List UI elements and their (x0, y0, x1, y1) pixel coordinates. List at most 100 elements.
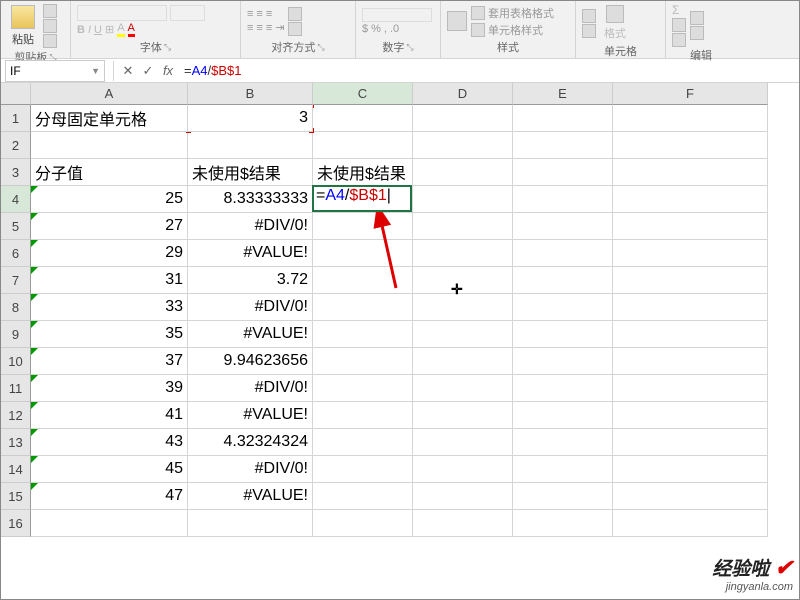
cell-D9[interactable] (413, 321, 513, 348)
cell-A10[interactable]: 37 (31, 348, 188, 375)
col-header-E[interactable]: E (513, 83, 613, 105)
align-left-icon[interactable]: ≡ (247, 22, 253, 34)
cell-B2[interactable] (188, 132, 313, 159)
cell-A11[interactable]: 39 (31, 375, 188, 402)
cell-C9[interactable] (313, 321, 413, 348)
clear-icon[interactable] (672, 33, 686, 47)
cell-E5[interactable] (513, 213, 613, 240)
row-header-1[interactable]: 1 (1, 105, 31, 132)
cell-C8[interactable] (313, 294, 413, 321)
cell-E14[interactable] (513, 456, 613, 483)
cell-B3[interactable]: 未使用$结果 (188, 159, 313, 186)
paste-button[interactable]: 粘贴 (7, 3, 39, 49)
cell-C4[interactable] (313, 186, 413, 213)
sort-filter-icon[interactable] (690, 11, 704, 25)
font-name-dropdown[interactable] (77, 5, 167, 21)
cell-E8[interactable] (513, 294, 613, 321)
cell-B4[interactable]: 8.33333333 (188, 186, 313, 213)
cell-E3[interactable] (513, 159, 613, 186)
dialog-launcher-icon[interactable]: ⤡ (164, 42, 171, 53)
name-box[interactable]: IF ▼ (5, 60, 105, 82)
cell-A5[interactable]: 27 (31, 213, 188, 240)
cell-B12[interactable]: #VALUE! (188, 402, 313, 429)
font-color-button[interactable]: A (128, 22, 135, 37)
cell-B1[interactable]: 3 (188, 105, 313, 132)
cell-D2[interactable] (413, 132, 513, 159)
cell-F3[interactable] (613, 159, 768, 186)
cell-F14[interactable] (613, 456, 768, 483)
delete-cells-icon[interactable] (582, 24, 596, 38)
cell-E2[interactable] (513, 132, 613, 159)
cell-F4[interactable] (613, 186, 768, 213)
cell-D7[interactable] (413, 267, 513, 294)
font-size-dropdown[interactable] (170, 5, 205, 21)
col-header-A[interactable]: A (31, 83, 188, 105)
col-header-D[interactable]: D (413, 83, 513, 105)
cell-F6[interactable] (613, 240, 768, 267)
cell-B9[interactable]: #VALUE! (188, 321, 313, 348)
underline-button[interactable]: U (94, 24, 102, 36)
cancel-button[interactable]: ✕ (118, 63, 138, 79)
cell-E16[interactable] (513, 510, 613, 537)
italic-button[interactable]: I (88, 24, 91, 36)
cell-A13[interactable]: 43 (31, 429, 188, 456)
cell-B11[interactable]: #DIV/0! (188, 375, 313, 402)
cell-D11[interactable] (413, 375, 513, 402)
dialog-launcher-icon[interactable]: ⤡ (406, 42, 413, 53)
row-header-5[interactable]: 5 (1, 213, 31, 240)
cell-C10[interactable] (313, 348, 413, 375)
find-icon[interactable] (690, 26, 704, 40)
copy-icon[interactable] (43, 19, 57, 33)
row-header-11[interactable]: 11 (1, 375, 31, 402)
cell-B6[interactable]: #VALUE! (188, 240, 313, 267)
cell-A14[interactable]: 45 (31, 456, 188, 483)
cell-D5[interactable] (413, 213, 513, 240)
cell-B16[interactable] (188, 510, 313, 537)
autosum-icon[interactable]: Σ (672, 3, 686, 17)
cell-D13[interactable] (413, 429, 513, 456)
cell-B13[interactable]: 4.32324324 (188, 429, 313, 456)
row-header-6[interactable]: 6 (1, 240, 31, 267)
cell-C14[interactable] (313, 456, 413, 483)
cell-styles-button[interactable]: 单元格样式 (471, 22, 554, 38)
cell-C11[interactable] (313, 375, 413, 402)
wrap-text-icon[interactable] (288, 7, 302, 21)
fx-button[interactable]: fx (158, 63, 178, 78)
row-header-2[interactable]: 2 (1, 132, 31, 159)
cell-F1[interactable] (613, 105, 768, 132)
cell-D4[interactable] (413, 186, 513, 213)
col-header-C[interactable]: C (313, 83, 413, 105)
row-header-13[interactable]: 13 (1, 429, 31, 456)
cell-C3[interactable]: 未使用$结果 (313, 159, 413, 186)
cell-A15[interactable]: 47 (31, 483, 188, 510)
cell-E13[interactable] (513, 429, 613, 456)
cell-A4[interactable]: 25 (31, 186, 188, 213)
currency-icon[interactable]: $ (362, 23, 368, 35)
cell-F13[interactable] (613, 429, 768, 456)
cell-F8[interactable] (613, 294, 768, 321)
align-center-icon[interactable]: ≡ (256, 22, 262, 34)
cell-E11[interactable] (513, 375, 613, 402)
cell-E7[interactable] (513, 267, 613, 294)
col-header-F[interactable]: F (613, 83, 768, 105)
align-top-icon[interactable]: ≡ (247, 8, 253, 20)
cell-D10[interactable] (413, 348, 513, 375)
cell-A8[interactable]: 33 (31, 294, 188, 321)
cell-E4[interactable] (513, 186, 613, 213)
cell-F11[interactable] (613, 375, 768, 402)
row-header-8[interactable]: 8 (1, 294, 31, 321)
cell-F9[interactable] (613, 321, 768, 348)
comma-icon[interactable]: , (384, 23, 387, 35)
cell-F10[interactable] (613, 348, 768, 375)
cell-B7[interactable]: 3.72 (188, 267, 313, 294)
merge-icon[interactable] (288, 22, 302, 36)
cell-D16[interactable] (413, 510, 513, 537)
cell-D3[interactable] (413, 159, 513, 186)
cell-B8[interactable]: #DIV/0! (188, 294, 313, 321)
cell-E15[interactable] (513, 483, 613, 510)
cell-C1[interactable] (313, 105, 413, 132)
cell-B10[interactable]: 9.94623656 (188, 348, 313, 375)
cell-D8[interactable] (413, 294, 513, 321)
cell-B14[interactable]: #DIV/0! (188, 456, 313, 483)
cell-D15[interactable] (413, 483, 513, 510)
